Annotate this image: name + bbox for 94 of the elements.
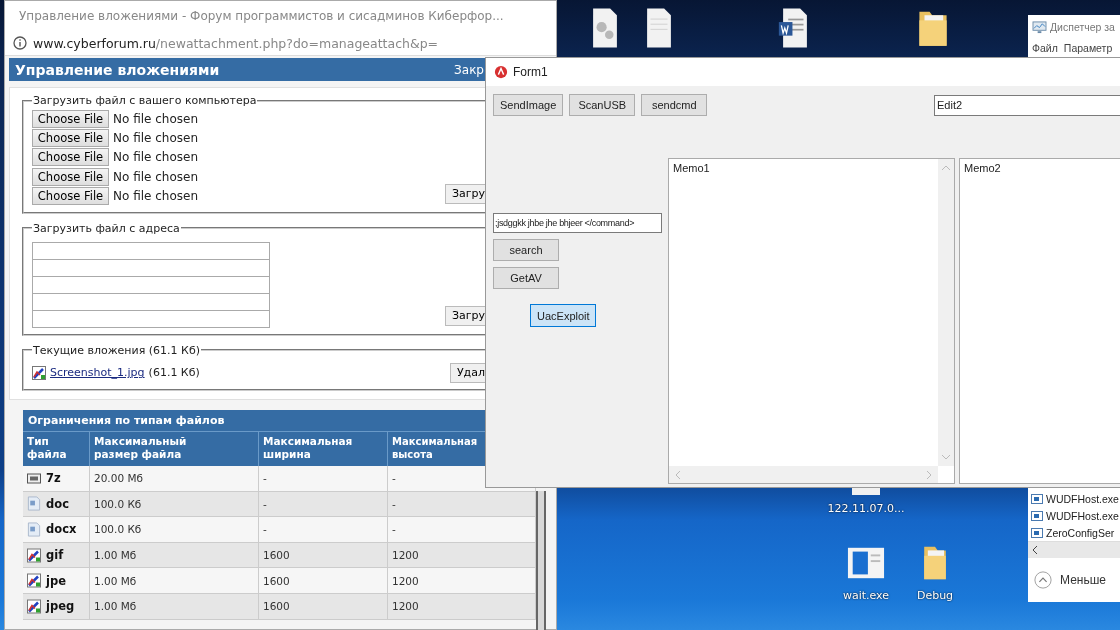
- upload-button[interactable]: Загру: [444, 183, 485, 204]
- choose-file-button[interactable]: Choose File: [32, 148, 109, 167]
- scroll-up-icon[interactable]: [941, 165, 951, 171]
- section-legend: Загрузить файл с адреса: [32, 221, 181, 235]
- document-icon: [27, 521, 41, 537]
- table-cell: -: [392, 523, 396, 536]
- file-status: No file chosen: [113, 189, 198, 204]
- scrollbar[interactable]: [536, 491, 546, 630]
- column-header: Максимальная ширина: [258, 431, 388, 466]
- table-cell: -: [263, 523, 267, 536]
- scrollbar[interactable]: [938, 159, 954, 466]
- text-field[interactable]: Edit2: [934, 94, 1120, 116]
- form-button[interactable]: sendcmd: [641, 94, 708, 116]
- section-legend: Загрузить файл с вашего компьютера: [32, 94, 258, 107]
- form-button[interactable]: SendImage: [493, 94, 564, 116]
- process-name[interactable]: WUDFHost.exe: [1046, 492, 1119, 505]
- table-cell: 7z: [46, 471, 61, 486]
- desktop-icon-label[interactable]: wait.exe: [842, 589, 890, 602]
- archive-icon: [27, 470, 41, 486]
- scroll-left-icon[interactable]: [1032, 545, 1038, 555]
- table-cell: gif: [46, 548, 64, 563]
- window-icon: [1031, 493, 1043, 504]
- desktop-icon-label[interactable]: 122.11.07.0...: [827, 502, 905, 515]
- table-cell: 1200: [392, 574, 419, 587]
- table-cell: 1200: [392, 600, 419, 613]
- app-icon: [494, 65, 508, 79]
- table-cell: 1.00 Мб: [94, 574, 137, 587]
- page-heading: Управление вложениями: [15, 61, 220, 78]
- table-cell: 1600: [263, 600, 290, 613]
- table-cell: 100.0 Кб: [94, 497, 142, 510]
- upload-button[interactable]: Загру: [444, 305, 485, 326]
- table-cell: -: [263, 497, 267, 510]
- table-cell: -: [392, 497, 396, 510]
- process-name[interactable]: WUDFHost.exe: [1046, 509, 1119, 522]
- memo-text: Memo1: [673, 162, 710, 174]
- table-cell: 1.00 Мб: [94, 549, 137, 562]
- table-cell: doc: [46, 496, 69, 511]
- command-field[interactable]: ;jsdggkk jhbe jhe bhjeer </command>: [493, 213, 662, 233]
- attachment-size: (61.1 Кб): [148, 366, 201, 380]
- menu-item[interactable]: Файл: [1032, 42, 1058, 54]
- table-cell: -: [392, 472, 396, 485]
- table-cell: jpe: [46, 573, 66, 588]
- file-status: No file chosen: [113, 150, 198, 165]
- chart-monitor-icon: [1032, 20, 1047, 34]
- table-cell: 100.0 Кб: [94, 523, 142, 536]
- window-icon: [1031, 527, 1043, 538]
- memo-box[interactable]: Memo2: [959, 158, 1120, 484]
- info-icon[interactable]: [13, 36, 27, 50]
- section-legend: Текущие вложения (61.1 Кб): [32, 343, 201, 357]
- memo-box[interactable]: Memo1: [668, 158, 955, 484]
- table-cell: 1600: [263, 549, 290, 562]
- column-header: Тип файла: [23, 431, 90, 466]
- process-name[interactable]: ZeroConfigSer: [1046, 526, 1115, 539]
- image-file-icon: [27, 547, 41, 563]
- document-icon: [27, 496, 41, 512]
- attachment-link[interactable]: Screenshot_1.jpg: [50, 366, 145, 380]
- image-file-icon: [27, 573, 41, 589]
- desktop-icon-label[interactable]: Debug: [916, 589, 954, 602]
- scroll-right-icon[interactable]: [926, 469, 932, 480]
- table-cell: -: [263, 472, 267, 485]
- fewer-details-button[interactable]: Меньше: [1034, 571, 1106, 589]
- table-cell: 1200: [392, 549, 419, 562]
- table-cell: docx: [46, 522, 77, 537]
- chevron-up-icon: [1034, 571, 1052, 589]
- window-icon: [1031, 510, 1043, 521]
- file-status: No file chosen: [113, 131, 198, 146]
- form-button[interactable]: UacExploit: [530, 304, 596, 327]
- url-field[interactable]: [32, 241, 270, 260]
- table-cell: 1600: [263, 574, 290, 587]
- window-title: Form1: [513, 65, 548, 79]
- scroll-down-icon[interactable]: [941, 454, 951, 460]
- choose-file-button[interactable]: Choose File: [32, 109, 109, 128]
- image-file-icon: [27, 598, 41, 614]
- memo-text: Memo2: [964, 162, 1001, 174]
- form-button[interactable]: search: [493, 239, 559, 261]
- form-button[interactable]: GetAV: [493, 267, 559, 289]
- file-status: No file chosen: [113, 169, 198, 184]
- window-title: Диспетчер за: [1050, 21, 1115, 33]
- column-header: Максимальный размер файла: [89, 431, 259, 466]
- scrollbar[interactable]: [669, 466, 938, 483]
- close-link[interactable]: Закр: [454, 62, 484, 77]
- table-cell: 20.00 Мб: [94, 472, 143, 485]
- menu-item[interactable]: Параметр: [1063, 42, 1113, 54]
- choose-file-button[interactable]: Choose File: [32, 129, 109, 148]
- form-button[interactable]: ScanUSB: [569, 94, 636, 116]
- window-title: Управление вложениями - Форум программистов и сисадминов Киберфор...: [19, 9, 504, 23]
- table-cell: 1.00 Мб: [94, 600, 137, 613]
- choose-file-button[interactable]: Choose File: [32, 187, 109, 206]
- delete-button[interactable]: Удал: [449, 362, 485, 383]
- file-status: No file chosen: [113, 111, 198, 126]
- table-cell: jpeg: [46, 599, 75, 614]
- choose-file-button[interactable]: Choose File: [32, 167, 109, 186]
- image-file-icon: [32, 365, 46, 380]
- url-text[interactable]: www.cyberforum.ru/newattachment.php?do=manageattach&p=: [33, 35, 439, 51]
